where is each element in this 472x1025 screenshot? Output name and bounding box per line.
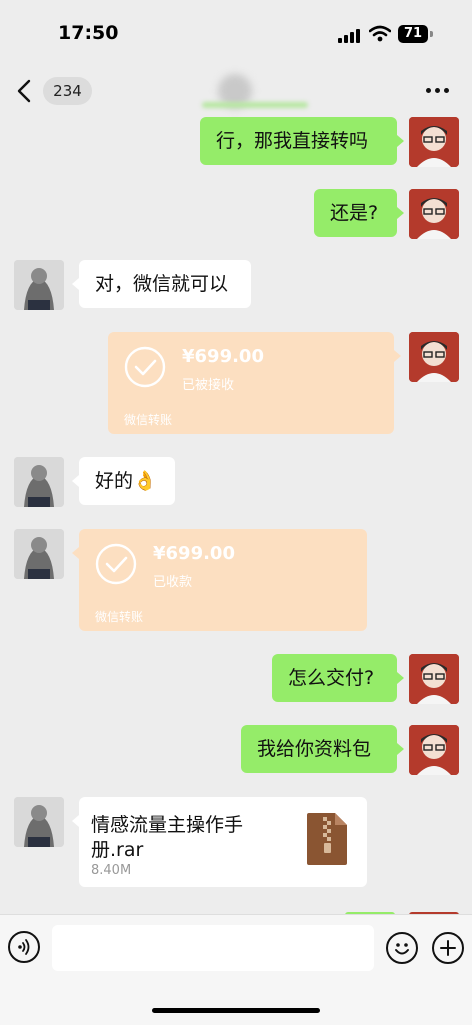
transfer-label: 微信转账 (95, 610, 144, 624)
message-bubble-other[interactable]: 对，微信就可以 (79, 260, 251, 308)
transfer-card-other[interactable]: ¥699.00 已收款 微信转账 (79, 529, 367, 631)
message-bubble-other[interactable]: 好的👌 (79, 457, 175, 505)
transfer-status: 已被接收 (182, 378, 235, 393)
message-input[interactable] (52, 925, 374, 971)
zip-file-icon (307, 813, 347, 865)
bubble-tail (397, 135, 404, 147)
bubble-tail (72, 547, 79, 559)
voice-icon[interactable] (8, 931, 40, 963)
message-bubble-self[interactable]: 行，那我直接转吗 (200, 117, 397, 165)
plus-circle-icon[interactable] (432, 932, 464, 964)
avatar-self[interactable] (409, 332, 459, 382)
avatar-self-image (409, 117, 459, 167)
avatar-self-image (409, 725, 459, 775)
transfer-label: 微信转账 (124, 413, 173, 427)
avatar-other[interactable] (14, 529, 64, 579)
signal-icon (338, 27, 360, 43)
chat-header: 234 (0, 66, 472, 116)
wifi-icon (369, 25, 391, 42)
bubble-tail (72, 475, 79, 487)
emoji-icon[interactable] (386, 932, 418, 964)
check-circle-icon (95, 543, 137, 585)
home-indicator (152, 1008, 320, 1013)
status-time: 17:50 (58, 22, 119, 44)
transfer-amount: ¥699.00 (153, 543, 235, 564)
status-bar: 17:50 71 (0, 0, 472, 66)
avatar-self[interactable] (409, 725, 459, 775)
battery-icon: 71 (398, 25, 428, 43)
avatar-self[interactable] (409, 654, 459, 704)
bubble-tail (394, 350, 401, 362)
avatar-other-image (14, 260, 64, 310)
file-size: 8.40M (91, 863, 132, 878)
avatar-self-image (409, 332, 459, 382)
message-bubble-self[interactable]: 还是? (314, 189, 397, 237)
more-horizontal-icon[interactable] (424, 88, 452, 96)
file-message[interactable]: 情感流量主操作手册.rar 8.40M (79, 797, 367, 887)
avatar-self-image (409, 189, 459, 239)
file-name: 情感流量主操作手册.rar (91, 814, 244, 861)
unread-count-badge[interactable]: 234 (43, 77, 92, 105)
avatar-other[interactable] (14, 457, 64, 507)
transfer-status: 已收款 (153, 575, 193, 590)
avatar-other-image (14, 529, 64, 579)
avatar-self[interactable] (409, 117, 459, 167)
chevron-left-icon[interactable] (14, 78, 36, 104)
transfer-card-self[interactable]: ¥699.00 已被接收 微信转账 (108, 332, 394, 434)
bubble-tail (72, 278, 79, 290)
avatar-other-image (14, 797, 64, 847)
bubble-tail (72, 815, 79, 827)
message-bubble-self[interactable]: 我给你资料包 (241, 725, 397, 773)
avatar-self-image (409, 654, 459, 704)
message-bubble-self[interactable]: 怎么交付? (272, 654, 397, 702)
avatar-other[interactable] (14, 260, 64, 310)
avatar-other-image (14, 457, 64, 507)
bubble-tail (397, 743, 404, 755)
battery-tip (430, 31, 433, 37)
avatar-self[interactable] (409, 189, 459, 239)
chat-title-blurred (200, 72, 310, 110)
check-circle-icon (124, 346, 166, 388)
avatar-other[interactable] (14, 797, 64, 847)
bubble-tail (397, 207, 404, 219)
transfer-amount: ¥699.00 (182, 346, 264, 367)
bubble-tail (397, 672, 404, 684)
